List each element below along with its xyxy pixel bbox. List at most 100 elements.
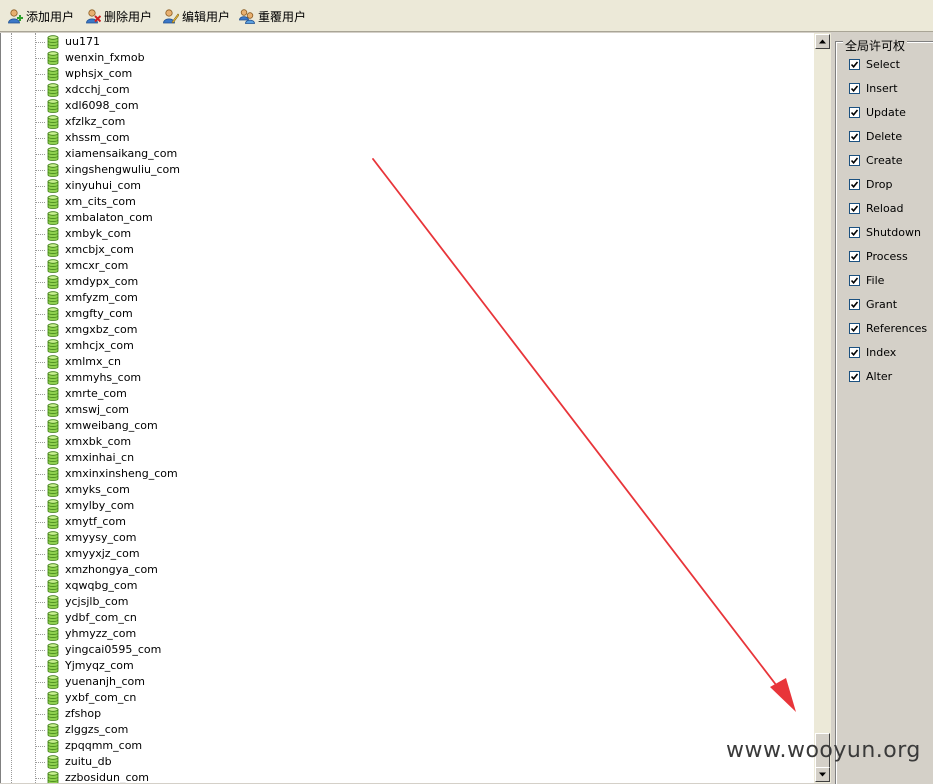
tree-item[interactable]: wenxin_fxmob (35, 50, 735, 66)
privilege-checkbox[interactable] (849, 58, 860, 70)
privilege-grant[interactable]: Grant (849, 296, 897, 312)
tree-connector (35, 121, 45, 123)
tree-item[interactable]: xmxbk_com (35, 434, 735, 450)
tree-item[interactable]: xinyuhui_com (35, 178, 735, 194)
checkmark-icon (851, 132, 858, 140)
tree-item[interactable]: xmgxbz_com (35, 322, 735, 338)
tree-item[interactable]: xmyysy_com (35, 530, 735, 546)
tree-item[interactable]: xdcchj_com (35, 82, 735, 98)
privilege-references[interactable]: References (849, 320, 927, 336)
tree-item[interactable]: zuitu_db (35, 754, 735, 770)
privilege-drop[interactable]: Drop (849, 176, 892, 192)
tree-item[interactable]: uu171 (35, 34, 735, 50)
tree-item[interactable]: xqwqbg_com (35, 578, 735, 594)
tree-item[interactable]: xmytf_com (35, 514, 735, 530)
tree-item[interactable]: yingcai0595_com (35, 642, 735, 658)
tree-connector (35, 105, 45, 107)
tree-item[interactable]: xmxinxinsheng_com (35, 466, 735, 482)
edit-user-button[interactable]: 编辑用户 (163, 6, 230, 26)
tree-item[interactable]: xmcbjx_com (35, 242, 735, 258)
tree-item[interactable]: xmlmx_cn (35, 354, 735, 370)
privilege-checkbox[interactable] (849, 106, 860, 118)
tree-connector (35, 361, 45, 363)
tree-item[interactable]: wphsjx_com (35, 66, 735, 82)
tree-item[interactable]: ycjsjlb_com (35, 594, 735, 610)
tree-connector (35, 569, 45, 571)
tree-item[interactable]: zzbosidun_com (35, 770, 735, 783)
tree-item[interactable]: xmbyk_com (35, 226, 735, 242)
tree-item[interactable]: xhssm_com (35, 130, 735, 146)
privilege-delete[interactable]: Delete (849, 128, 902, 144)
tree-item[interactable]: xmyyxjz_com (35, 546, 735, 562)
privilege-checkbox[interactable] (849, 370, 860, 382)
database-tree[interactable]: uu171 wenxin_fxmob wphsjx_com xdcchj_com xdl… (0, 33, 814, 783)
tree-item[interactable]: zlggzs_com (35, 722, 735, 738)
database-icon (47, 579, 59, 593)
privilege-checkbox[interactable] (849, 346, 860, 358)
tree-item[interactable]: xfzlkz_com (35, 114, 735, 130)
privilege-process[interactable]: Process (849, 248, 908, 264)
tree-item[interactable]: xmylby_com (35, 498, 735, 514)
privilege-index[interactable]: Index (849, 344, 896, 360)
scroll-up-button[interactable] (815, 34, 830, 49)
tree-item[interactable]: yuenanjh_com (35, 674, 735, 690)
privilege-create[interactable]: Create (849, 152, 903, 168)
privilege-checkbox[interactable] (849, 298, 860, 310)
checkmark-icon (851, 60, 858, 68)
privilege-checkbox[interactable] (849, 250, 860, 262)
privilege-alter[interactable]: Alter (849, 368, 892, 384)
privilege-checkbox[interactable] (849, 154, 860, 166)
tree-item[interactable]: xingshengwuliu_com (35, 162, 735, 178)
tree-item[interactable]: xmgfty_com (35, 306, 735, 322)
privilege-insert[interactable]: Insert (849, 80, 898, 96)
tree-item[interactable]: xmrte_com (35, 386, 735, 402)
tree-item[interactable]: xiamensaikang_com (35, 146, 735, 162)
tree-item[interactable]: xmxinhai_cn (35, 450, 735, 466)
scroll-down-button[interactable] (815, 767, 830, 782)
tree-item[interactable]: xmweibang_com (35, 418, 735, 434)
delete-user-button[interactable]: 删除用户 (85, 6, 152, 26)
checkmark-icon (851, 372, 858, 380)
tree-item-label: xingshengwuliu_com (65, 163, 180, 176)
privilege-update[interactable]: Update (849, 104, 906, 120)
privilege-file[interactable]: File (849, 272, 884, 288)
privilege-checkbox[interactable] (849, 130, 860, 142)
tree-item[interactable]: yhmyzz_com (35, 626, 735, 642)
tree-item[interactable]: xmzhongya_com (35, 562, 735, 578)
tree-item-label: wphsjx_com (65, 67, 133, 80)
tree-item-label: ycjsjlb_com (65, 595, 129, 608)
tree-item[interactable]: zfshop (35, 706, 735, 722)
tree-item[interactable]: Yjmyqz_com (35, 658, 735, 674)
tree-item[interactable]: xmswj_com (35, 402, 735, 418)
tree-item[interactable]: xmhcjx_com (35, 338, 735, 354)
tree-item[interactable]: xdl6098_com (35, 98, 735, 114)
tree-vertical-scrollbar[interactable] (814, 33, 831, 783)
tree-connector (35, 585, 45, 587)
privilege-checkbox[interactable] (849, 202, 860, 214)
tree-item[interactable]: xmdypx_com (35, 274, 735, 290)
tree-item[interactable]: xm_cits_com (35, 194, 735, 210)
privilege-checkbox[interactable] (849, 226, 860, 238)
tree-connector (35, 201, 45, 203)
tree-item-label: xhssm_com (65, 131, 130, 144)
privilege-checkbox[interactable] (849, 82, 860, 94)
privilege-checkbox[interactable] (849, 322, 860, 334)
tree-item[interactable]: xmmyhs_com (35, 370, 735, 386)
database-icon (47, 339, 59, 353)
privilege-reload[interactable]: Reload (849, 200, 903, 216)
tree-item[interactable]: zpqqmm_com (35, 738, 735, 754)
tree-item[interactable]: yxbf_com_cn (35, 690, 735, 706)
tree-item[interactable]: ydbf_com_cn (35, 610, 735, 626)
tree-item[interactable]: xmbalaton_com (35, 210, 735, 226)
tree-item[interactable]: xmfyzm_com (35, 290, 735, 306)
tree-item-label: xdl6098_com (65, 99, 139, 112)
tree-item[interactable]: xmyks_com (35, 482, 735, 498)
privilege-shutdown[interactable]: Shutdown (849, 224, 921, 240)
tree-item[interactable]: xmcxr_com (35, 258, 735, 274)
privilege-select[interactable]: Select (849, 56, 900, 72)
add-user-button[interactable]: 添加用户 (7, 6, 74, 26)
reset-user-button[interactable]: 重覆用户 (239, 6, 306, 26)
privilege-checkbox[interactable] (849, 178, 860, 190)
privilege-checkbox[interactable] (849, 274, 860, 286)
tree-connector (35, 297, 45, 299)
